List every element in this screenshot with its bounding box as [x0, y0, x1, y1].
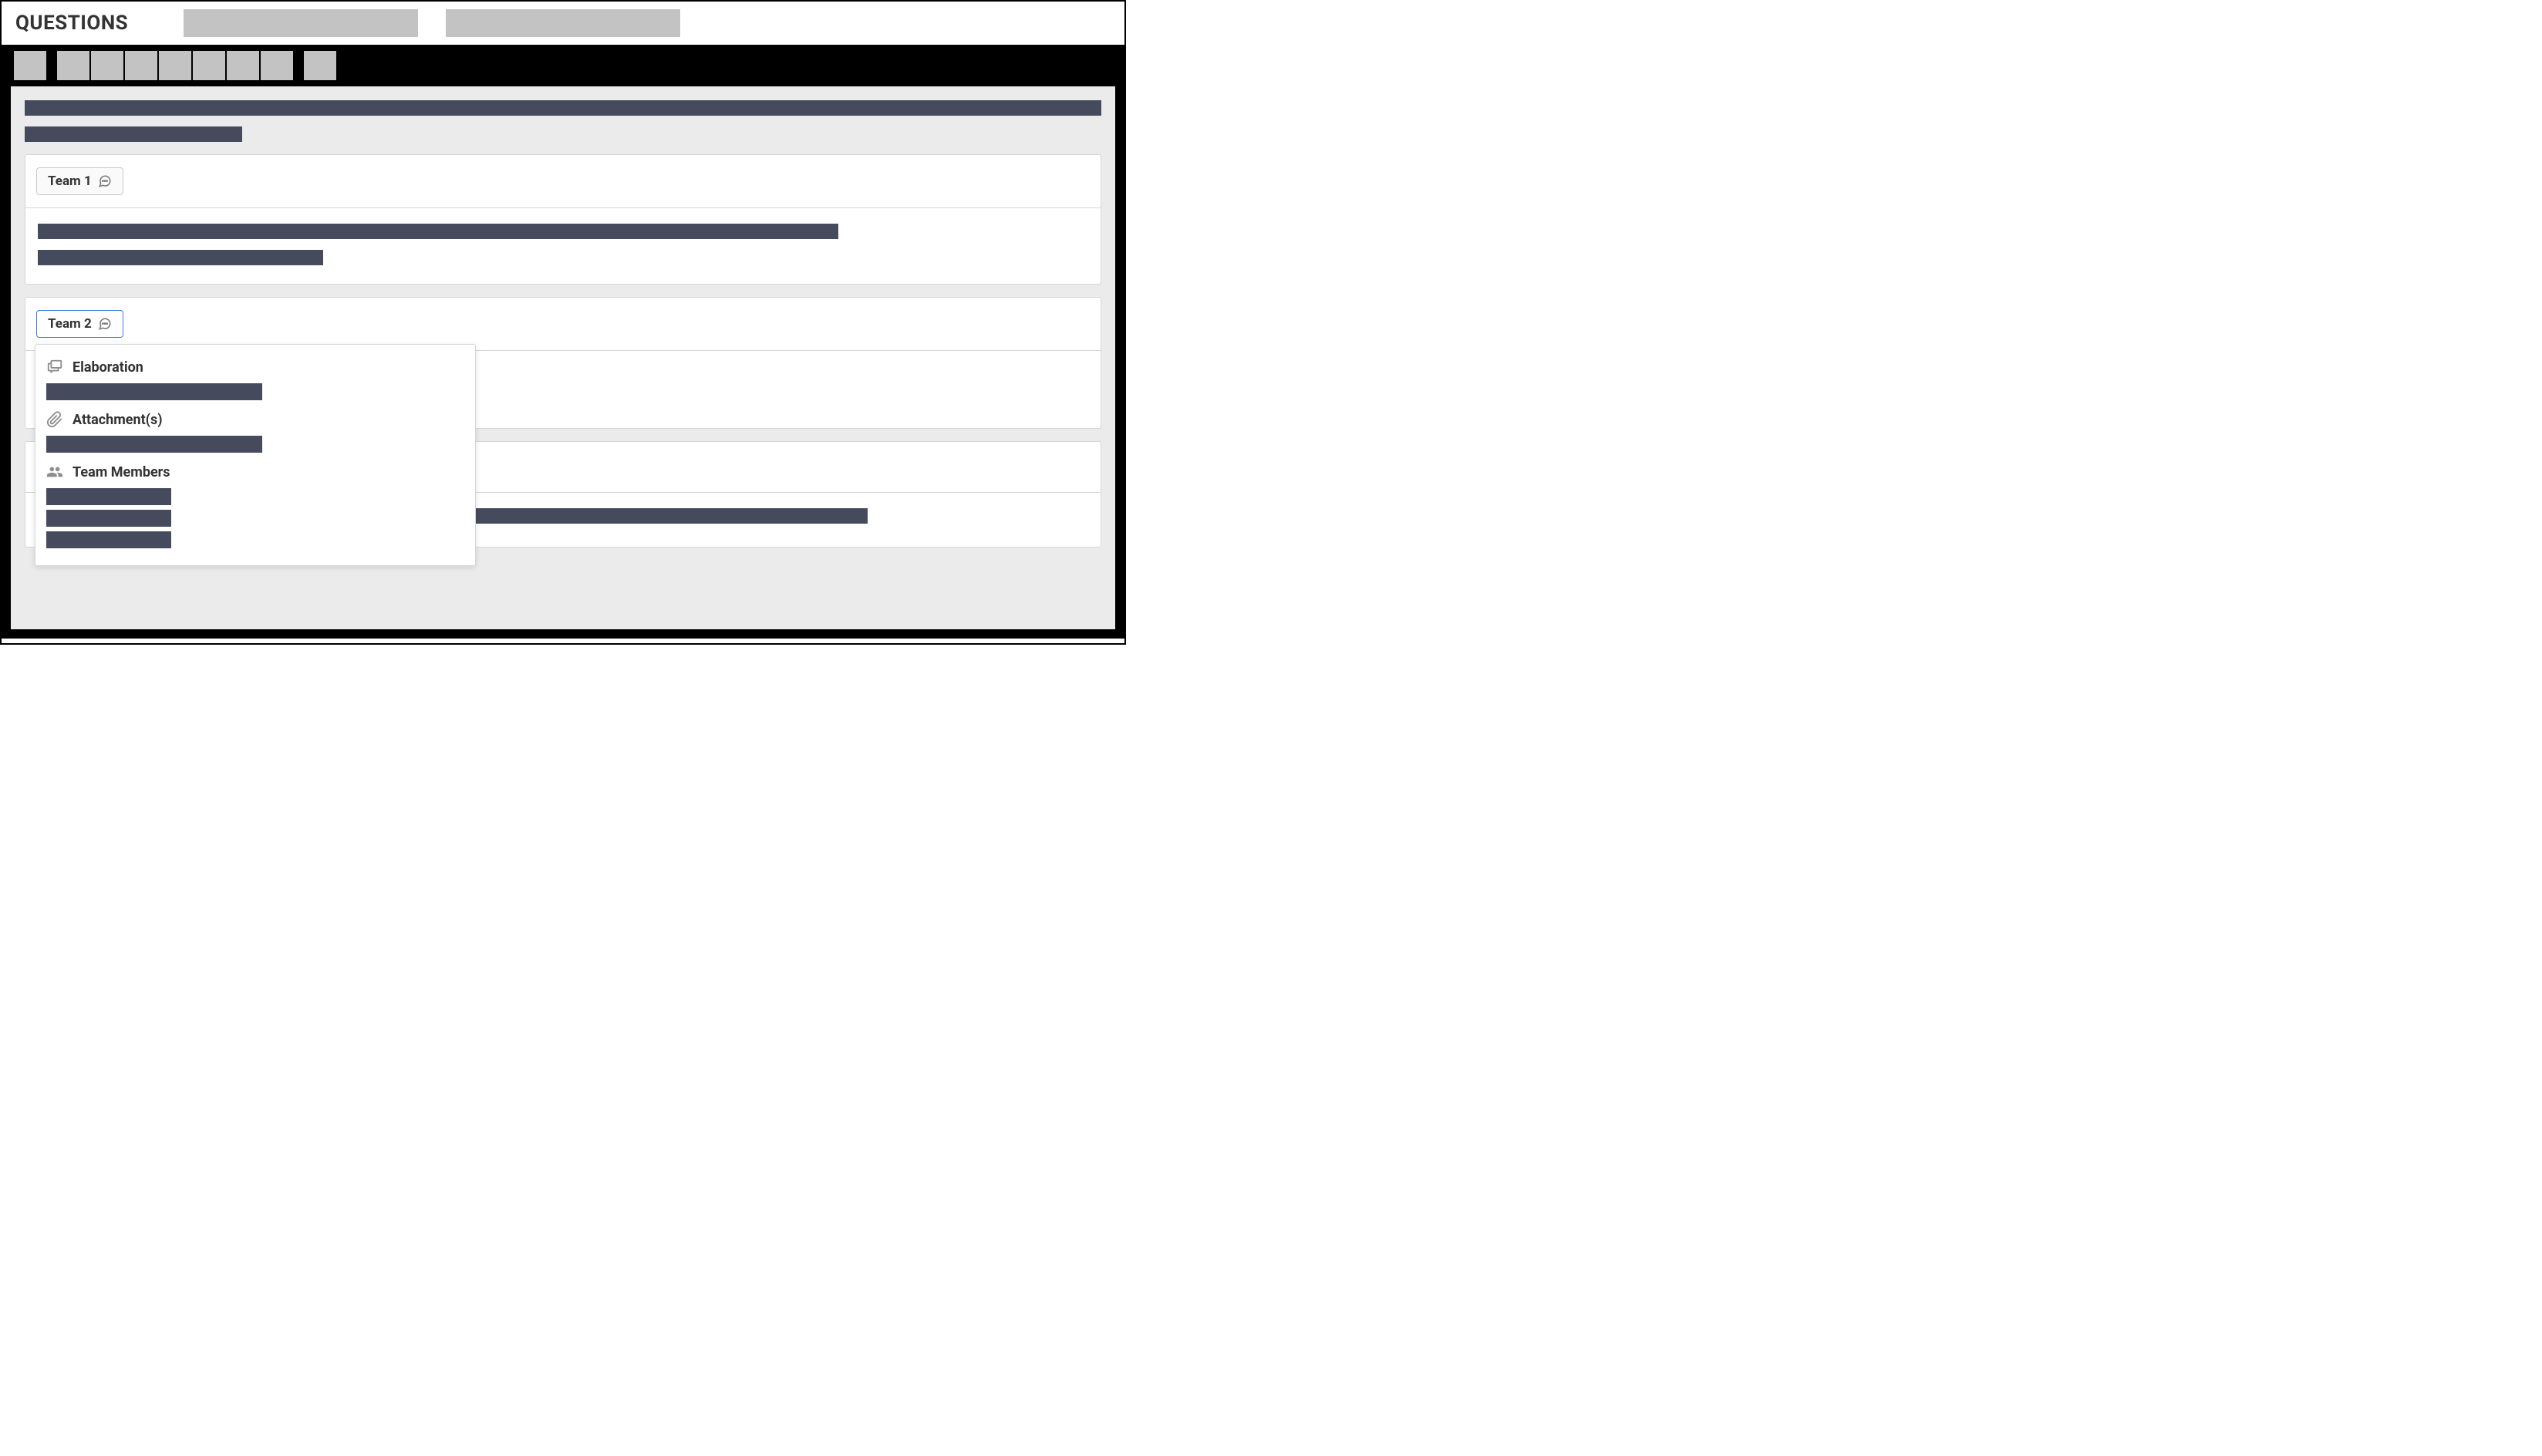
header: QUESTIONS: [2, 2, 1124, 45]
toolbar-group-1: [14, 51, 46, 80]
team-panel-1: Team 1: [25, 154, 1101, 285]
paperclip-icon: [46, 411, 63, 428]
toolbar: [2, 45, 1124, 86]
toolbar-button[interactable]: [193, 51, 225, 80]
elaboration-content: [46, 383, 464, 400]
toolbar-button[interactable]: [227, 51, 259, 80]
answer-line: [38, 250, 323, 265]
toolbar-button[interactable]: [159, 51, 191, 80]
question-line: [25, 126, 242, 142]
toolbar-button[interactable]: [14, 51, 46, 80]
team-chip-1[interactable]: Team 1: [36, 167, 123, 195]
team-header: Team 1: [25, 155, 1101, 208]
member-line: [46, 488, 171, 505]
answer-line: [38, 224, 838, 239]
member-line: [46, 531, 171, 548]
team-popover: Elaboration Attachment(s): [35, 344, 476, 566]
popover-attachments: Attachment(s): [46, 411, 464, 453]
toolbar-button[interactable]: [304, 51, 336, 80]
popover-members: Team Members: [46, 463, 464, 548]
header-tabs: [184, 9, 680, 37]
content-wrapper: Team 1: [2, 86, 1124, 639]
team-body: [25, 208, 1101, 284]
elaboration-line: [46, 383, 262, 400]
users-icon: [46, 463, 63, 480]
toolbar-group-2: [57, 51, 293, 80]
content: Team 1: [11, 86, 1115, 629]
team-header: Team 2: [25, 298, 1101, 351]
members-content: [46, 488, 464, 548]
header-tab-1[interactable]: [184, 9, 418, 37]
page-title: QUESTIONS: [15, 12, 128, 35]
elaboration-label: Elaboration: [72, 359, 143, 376]
question-line: [25, 100, 1101, 116]
question-text: [25, 100, 1101, 142]
toolbar-button[interactable]: [125, 51, 157, 80]
toolbar-button[interactable]: [261, 51, 293, 80]
team-panel-2: Team 2: [25, 297, 1101, 429]
team-chip-2[interactable]: Team 2: [36, 310, 123, 338]
team-label: Team 2: [48, 316, 92, 332]
attachment-line: [46, 436, 262, 453]
attachments-label: Attachment(s): [72, 412, 163, 428]
comments-icon: [46, 359, 63, 376]
toolbar-group-3: [304, 51, 336, 80]
chat-icon: [98, 174, 112, 188]
team-label: Team 1: [48, 174, 92, 189]
toolbar-button[interactable]: [91, 51, 123, 80]
members-label: Team Members: [72, 464, 170, 480]
member-line: [46, 510, 171, 527]
header-tab-2[interactable]: [446, 9, 680, 37]
toolbar-button[interactable]: [57, 51, 89, 80]
popover-elaboration: Elaboration: [46, 359, 464, 400]
answer-line: [476, 508, 868, 524]
chat-icon: [98, 317, 112, 331]
attachments-content: [46, 436, 464, 453]
